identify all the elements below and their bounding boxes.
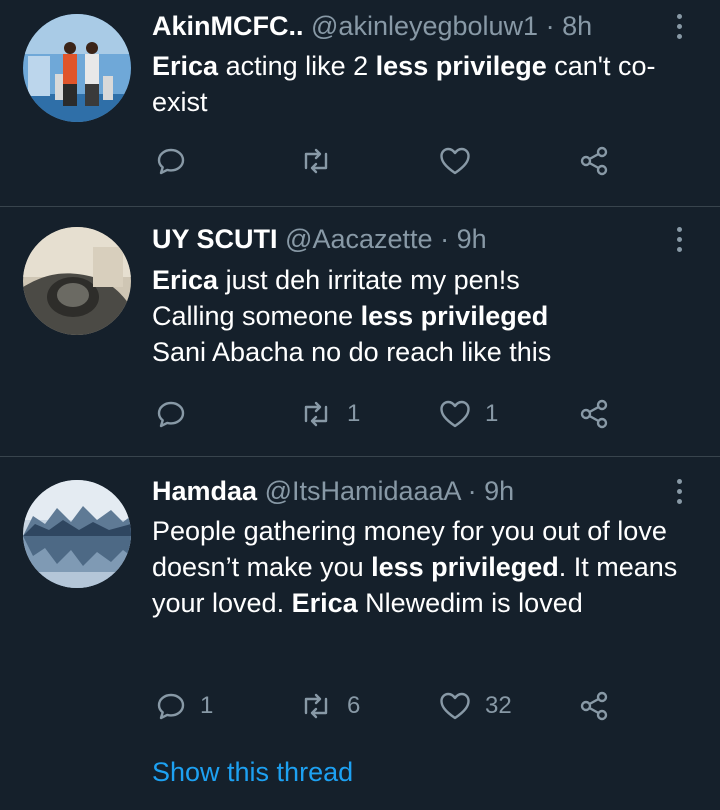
text: Nlewedim is loved: [357, 588, 583, 618]
like-count: 1: [485, 400, 499, 427]
retweet-icon: [299, 399, 333, 429]
separator-dot: ·: [545, 11, 555, 41]
reply-icon: [156, 691, 186, 721]
display-name[interactable]: AkinMCFC..: [152, 11, 304, 41]
tweet-text: Erica acting like 2 less privilege can't…: [152, 48, 692, 120]
share-button[interactable]: [578, 686, 610, 726]
retweet-icon: [299, 146, 333, 176]
like-count: 32: [485, 692, 512, 719]
user-handle[interactable]: @Aacazette: [285, 224, 433, 254]
retweet-icon: [299, 691, 333, 721]
timestamp[interactable]: 8h: [562, 11, 592, 41]
tweet-text: People gathering money for you out of lo…: [152, 513, 688, 621]
retweet-count: 1: [347, 400, 361, 427]
reply-count: 1: [200, 692, 214, 719]
share-icon: [578, 146, 610, 176]
share-icon: [578, 691, 610, 721]
text: Calling someone: [152, 301, 361, 331]
retweet-button[interactable]: 6: [299, 686, 360, 726]
share-button[interactable]: [578, 394, 610, 434]
retweet-count: 6: [347, 692, 361, 719]
retweet-button[interactable]: 1: [299, 394, 360, 434]
reply-icon: [156, 146, 186, 176]
text-bold: Erica: [152, 265, 219, 295]
avatar[interactable]: [23, 14, 131, 122]
tweet-text: Erica just deh irritate my pen!s Calling…: [152, 262, 692, 370]
text: just deh irritate my pen!s: [218, 265, 520, 295]
display-name[interactable]: Hamdaa: [152, 476, 257, 506]
show-thread-link[interactable]: Show this thread: [152, 754, 353, 790]
like-icon: [439, 399, 471, 429]
text: acting like 2: [218, 51, 376, 81]
tweet-1[interactable]: AkinMCFC.. @akinleyegboluw1 · 8h Erica a…: [0, 0, 720, 206]
reply-button[interactable]: [156, 394, 200, 434]
text-line: Calling someone less privileged: [152, 298, 692, 334]
more-options-icon[interactable]: [666, 6, 692, 46]
like-icon: [439, 691, 471, 721]
text-bold: Erica: [291, 588, 358, 618]
text-bold: less privilege: [375, 51, 547, 81]
separator-dot: ·: [440, 224, 450, 254]
share-button[interactable]: [578, 141, 610, 181]
text: Sani Abacha no do reach like this: [152, 337, 552, 367]
tweet-header: UY SCUTI @Aacazette · 9h: [152, 219, 487, 259]
timestamp[interactable]: 9h: [484, 476, 514, 506]
user-handle[interactable]: @akinleyegboluw1: [311, 11, 538, 41]
like-button[interactable]: 32: [439, 686, 512, 726]
text-bold: less privileged: [371, 552, 559, 582]
share-icon: [578, 399, 610, 429]
like-icon: [439, 146, 471, 176]
like-button[interactable]: 1: [439, 394, 498, 434]
reply-button[interactable]: 1: [156, 686, 213, 726]
tweet-2[interactable]: UY SCUTI @Aacazette · 9h Erica just deh …: [0, 207, 720, 456]
text-line: Sani Abacha no do reach like this: [152, 334, 692, 370]
text-line: Erica just deh irritate my pen!s: [152, 262, 692, 298]
avatar[interactable]: [23, 480, 131, 588]
tweet-actions: [152, 141, 622, 181]
tweet-header: Hamdaa @ItsHamidaaaA · 9h: [152, 471, 514, 511]
more-options-icon[interactable]: [666, 219, 692, 259]
like-button[interactable]: [439, 141, 485, 181]
reply-button[interactable]: [156, 141, 200, 181]
display-name[interactable]: UY SCUTI: [152, 224, 278, 254]
retweet-button[interactable]: [299, 141, 347, 181]
more-options-icon[interactable]: [666, 471, 692, 511]
user-handle[interactable]: @ItsHamidaaaA: [265, 476, 461, 506]
timestamp[interactable]: 9h: [457, 224, 487, 254]
tweet-3[interactable]: Hamdaa @ItsHamidaaaA · 9h People gatheri…: [0, 457, 720, 810]
reply-icon: [156, 399, 186, 429]
text-bold: Erica: [152, 51, 219, 81]
avatar[interactable]: [23, 227, 131, 335]
text-bold: less privileged: [360, 301, 549, 331]
tweet-header: AkinMCFC.. @akinleyegboluw1 · 8h: [152, 6, 592, 46]
tweet-actions: 1 1: [152, 394, 622, 434]
separator-dot: ·: [467, 476, 477, 506]
tweet-actions: 1 6 32: [152, 686, 622, 726]
